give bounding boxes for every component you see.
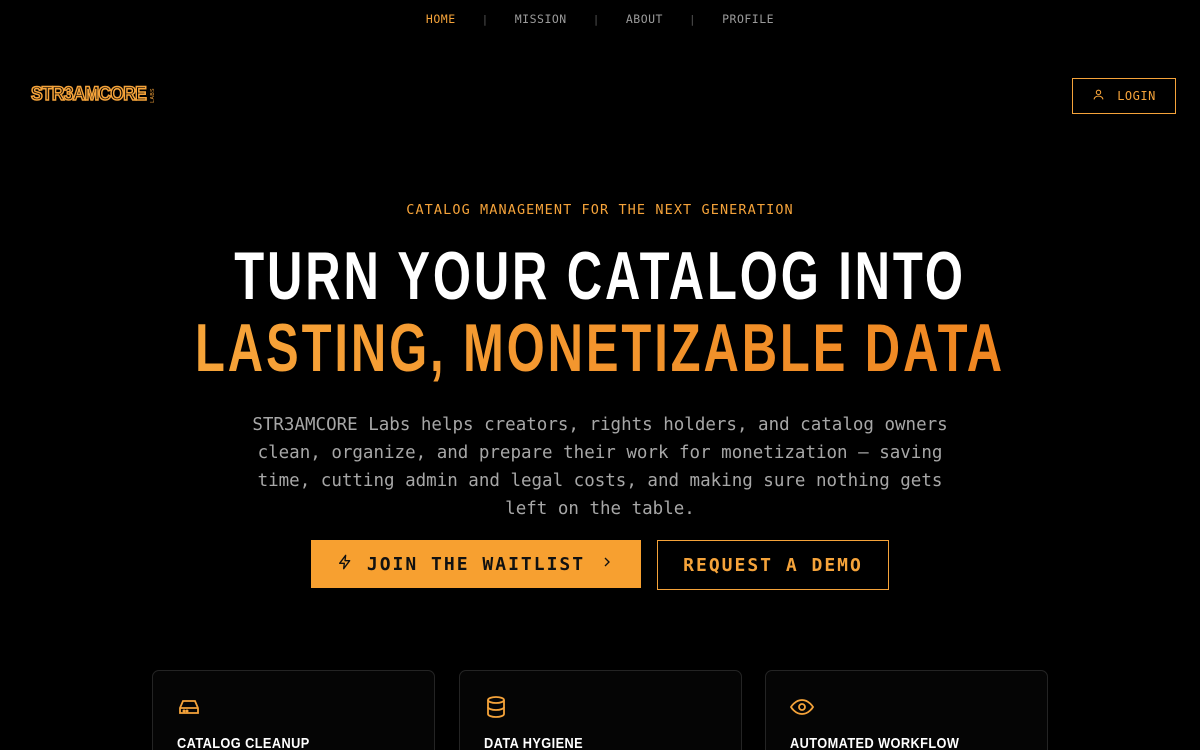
feature-title: DATA HYGIENE	[484, 735, 584, 750]
headline-line-1: TURN YOUR CATALOG INTO	[234, 238, 966, 314]
nav-item-mission[interactable]: MISSION	[489, 12, 593, 26]
nav-item-home[interactable]: HOME	[400, 12, 482, 26]
feature-title: CATALOG CLEANUP	[177, 735, 310, 750]
logo-wordmark: STR3AMCORE	[30, 83, 147, 106]
feature-card-data-hygiene: DATA HYGIENE	[459, 670, 742, 750]
hero-headline: TURN YOUR CATALOG INTO LASTING, MONETIZA…	[0, 240, 1200, 384]
request-demo-button[interactable]: REQUEST A DEMO	[657, 540, 889, 590]
top-nav: HOME | MISSION | ABOUT | PROFILE	[0, 12, 1200, 26]
nav-separator: |	[481, 12, 489, 26]
feature-card-automated-workflow: AUTOMATED WORKFLOW	[765, 670, 1048, 750]
headline-line-2: LASTING, MONETIZABLE DATA	[168, 312, 1032, 384]
hero-eyebrow: CATALOG MANAGEMENT FOR THE NEXT GENERATI…	[406, 202, 794, 218]
join-waitlist-button[interactable]: JOIN THE WAITLIST	[311, 540, 641, 588]
nav-item-about[interactable]: ABOUT	[600, 12, 689, 26]
nav-separator: |	[592, 12, 600, 26]
brand-logo[interactable]: STR3AMCORE LABS	[30, 83, 157, 106]
join-waitlist-label: JOIN THE WAITLIST	[366, 553, 586, 575]
hard-drive-icon	[177, 695, 201, 719]
login-label: LOGIN	[1117, 89, 1156, 103]
logo-subtext: LABS	[150, 87, 157, 103]
eye-icon	[789, 695, 815, 719]
lightning-icon	[337, 554, 353, 575]
chevron-right-icon	[599, 554, 615, 575]
login-button[interactable]: LOGIN	[1072, 78, 1176, 114]
user-icon	[1092, 88, 1105, 104]
database-icon	[484, 695, 508, 719]
nav-separator: |	[688, 12, 697, 26]
feature-title: AUTOMATED WORKFLOW	[790, 735, 960, 750]
nav-item-profile[interactable]: PROFILE	[696, 12, 800, 26]
hero-description: STR3AMCORE Labs helps creators, rights h…	[252, 415, 948, 519]
feature-card-catalog-cleanup: CATALOG CLEANUP	[152, 670, 435, 750]
